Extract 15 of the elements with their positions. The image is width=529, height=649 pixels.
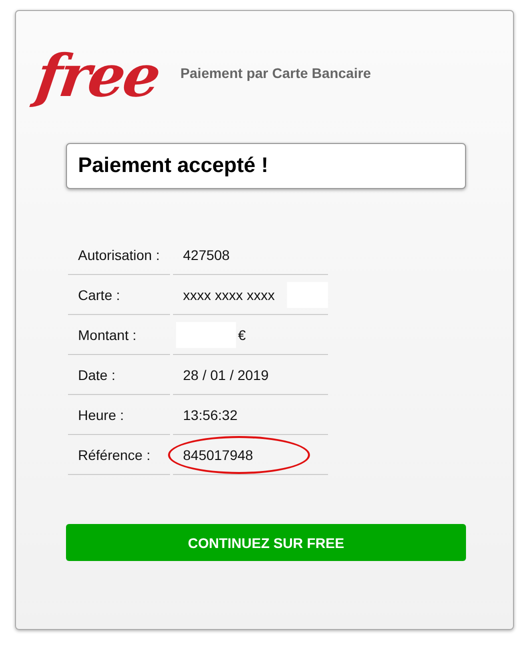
status-message: Paiement accepté ! <box>66 143 466 189</box>
detail-value: 28 / 01 / 2019 <box>173 355 328 395</box>
detail-value: 427508 <box>173 235 328 275</box>
detail-value: € <box>173 315 328 355</box>
detail-label: Autorisation : <box>68 235 170 275</box>
detail-label: Référence : <box>68 435 170 475</box>
detail-value: xxxx xxxx xxxx <box>173 275 328 315</box>
detail-value: 13:56:32 <box>173 395 328 435</box>
detail-label: Montant : <box>68 315 170 355</box>
page-subtitle: Paiement par Carte Bancaire <box>180 65 371 81</box>
continue-button[interactable]: CONTINUEZ SUR FREE <box>66 524 466 561</box>
detail-label: Heure : <box>68 395 170 435</box>
detail-value: 845017948 <box>173 435 328 475</box>
detail-label: Carte : <box>68 275 170 315</box>
detail-label: Date : <box>68 355 170 395</box>
